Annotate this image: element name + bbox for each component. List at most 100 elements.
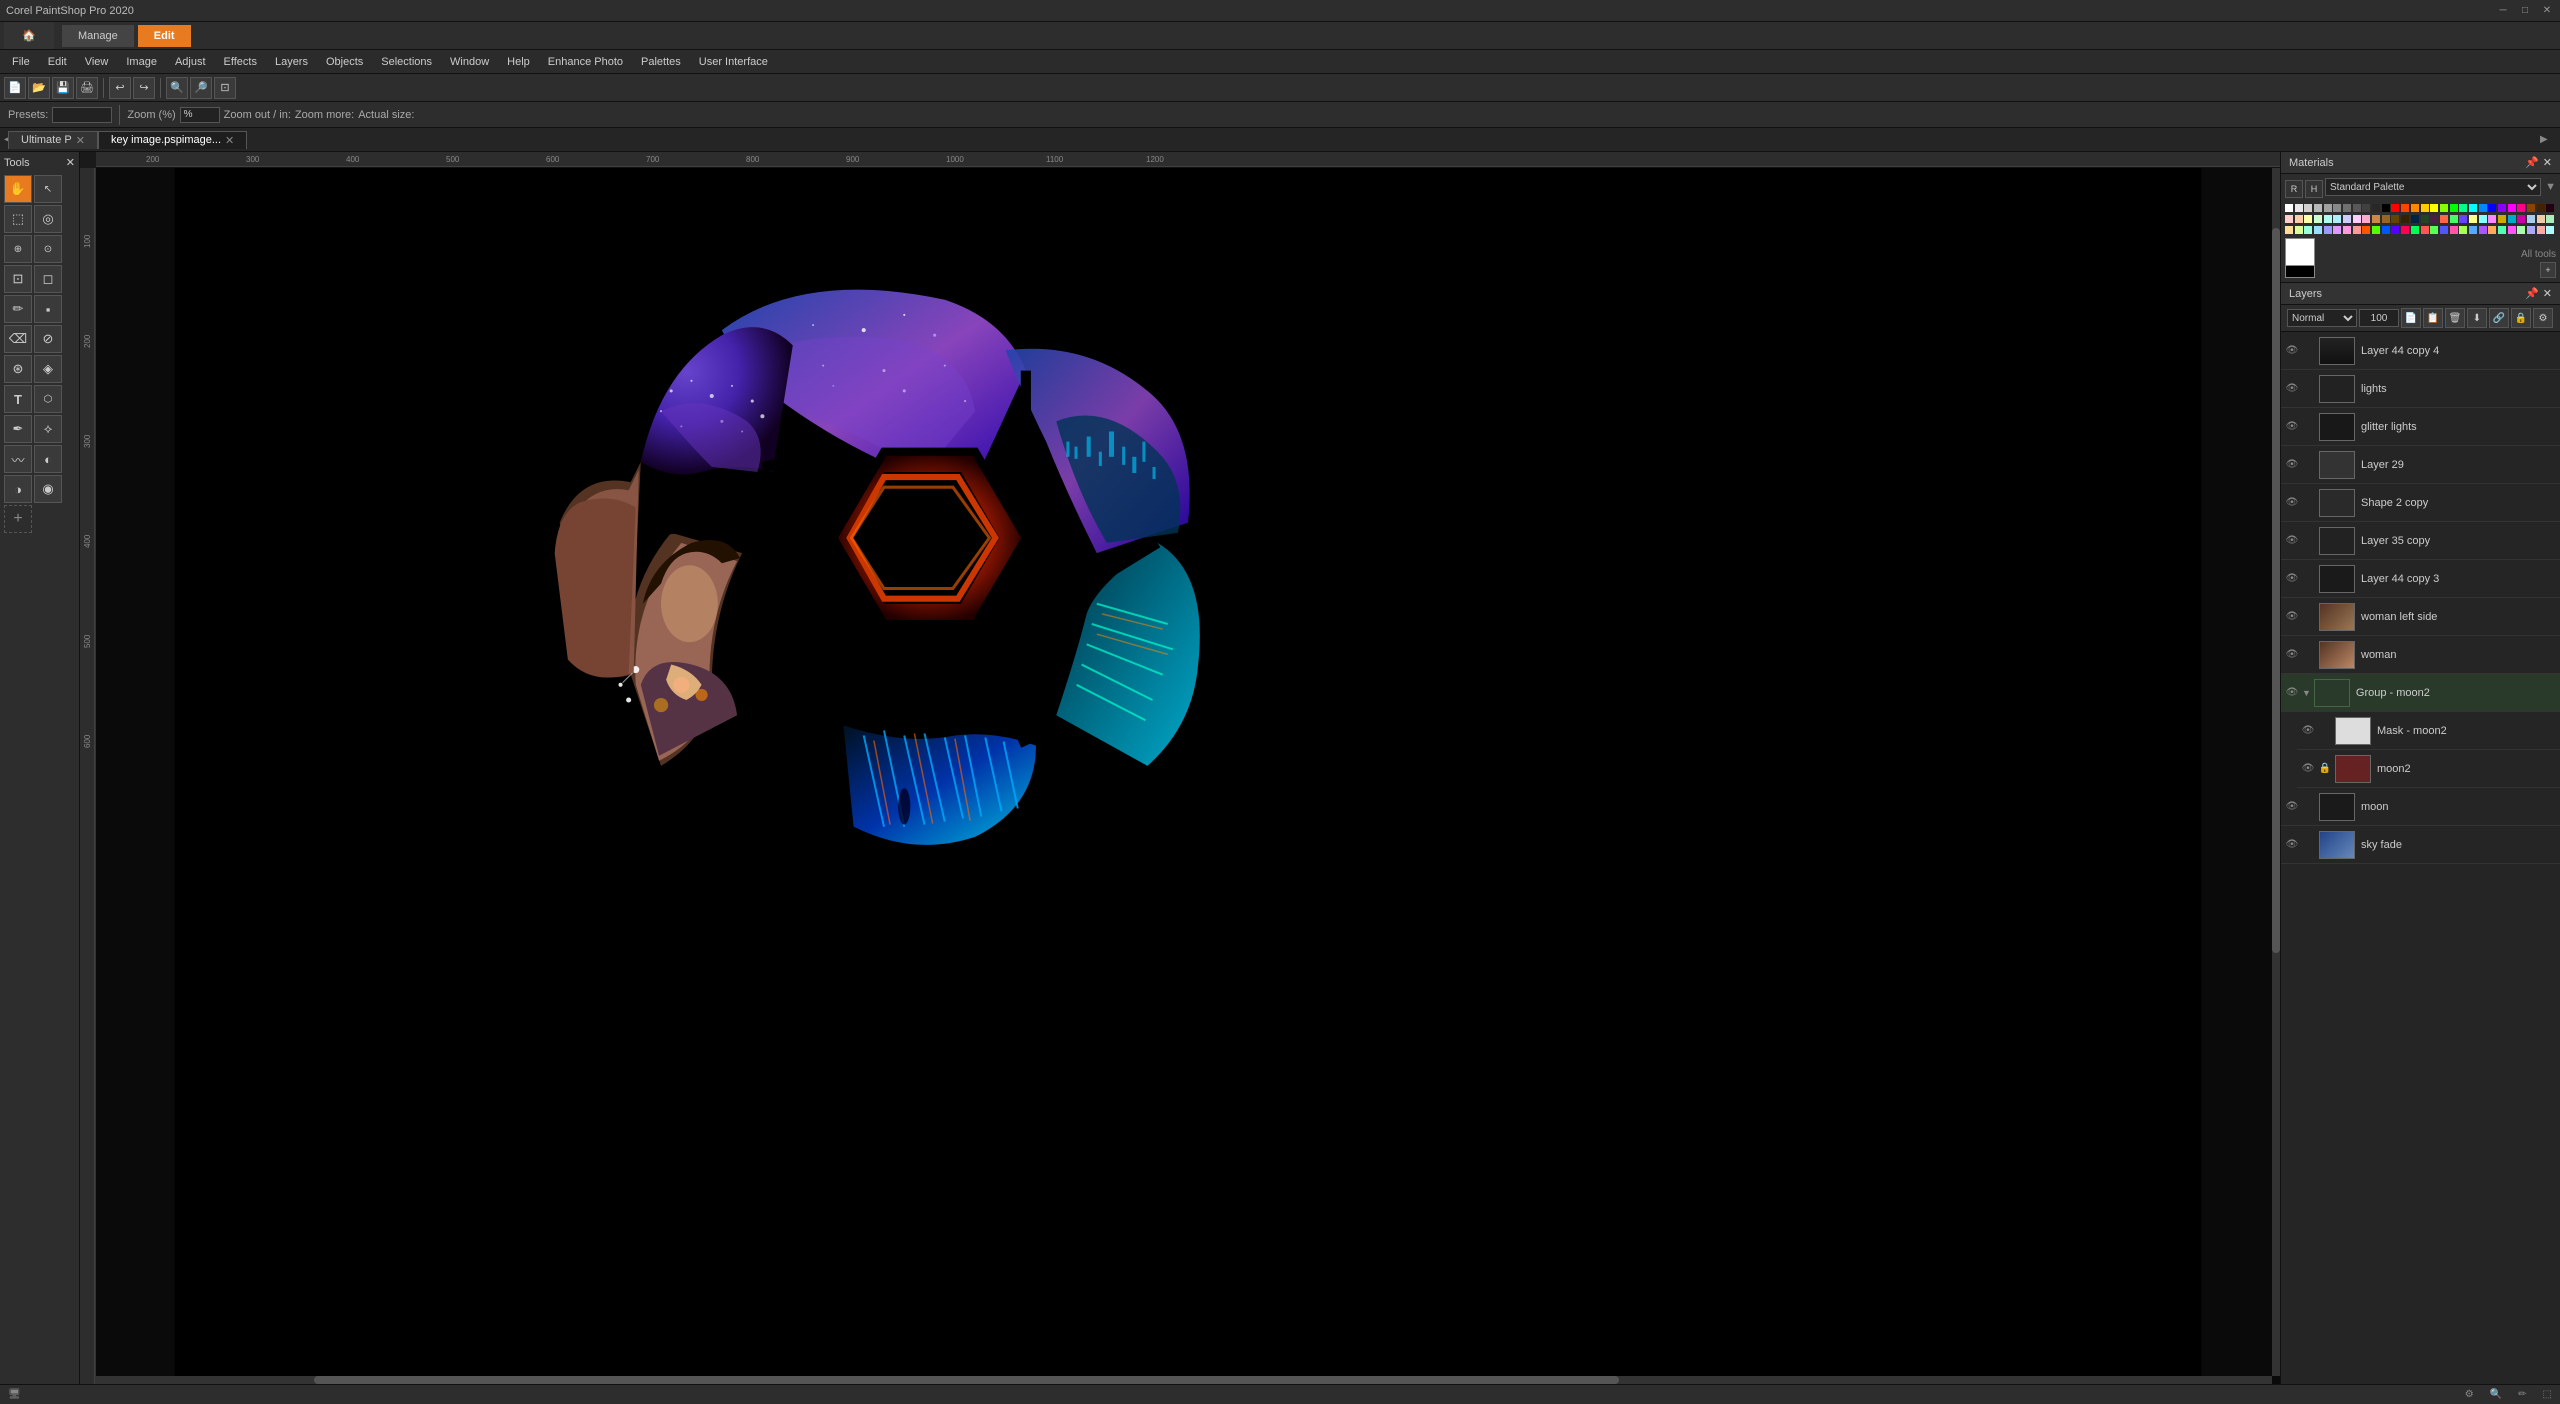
swatch-r12[interactable]: [2498, 204, 2506, 212]
swatch-s12[interactable]: [2391, 215, 2399, 223]
swatch-r17[interactable]: [2546, 204, 2554, 212]
swatch-s16[interactable]: [2430, 215, 2438, 223]
menu-enhance[interactable]: Enhance Photo: [540, 54, 631, 70]
swatch-s15[interactable]: [2421, 215, 2429, 223]
swatch-s26[interactable]: [2527, 215, 2535, 223]
swatch-r10[interactable]: [2479, 204, 2487, 212]
menu-view[interactable]: View: [77, 54, 117, 70]
foreground-color-swatch[interactable]: [2285, 238, 2315, 266]
tab-0-close[interactable]: ✕: [76, 134, 85, 147]
layer-item-5[interactable]: 👁 Layer 35 copy: [2281, 522, 2560, 560]
vector-tool[interactable]: ⬡: [34, 385, 62, 413]
swatch-s11[interactable]: [2382, 215, 2390, 223]
swatch-t13[interactable]: [2401, 226, 2409, 234]
layer-settings-button[interactable]: ⚙: [2533, 308, 2553, 328]
swatch-t19[interactable]: [2459, 226, 2467, 234]
home-button[interactable]: 🏠: [4, 22, 54, 49]
layer-vis-13[interactable]: 👁: [2285, 838, 2299, 852]
zoom-out-button[interactable]: 🔎: [190, 77, 212, 99]
layer-vis-1[interactable]: 👁: [2285, 382, 2299, 396]
crop-tool[interactable]: ⊡: [4, 265, 32, 293]
swatch-t26[interactable]: [2527, 226, 2535, 234]
materials-pin[interactable]: 📌: [2525, 156, 2539, 169]
swatch-s19[interactable]: [2459, 215, 2467, 223]
menu-palettes[interactable]: Palettes: [633, 54, 689, 70]
freehand-tool[interactable]: ◎: [34, 205, 62, 233]
swatch-t27[interactable]: [2537, 226, 2545, 234]
swatch-t10[interactable]: [2372, 226, 2380, 234]
swatch-t12[interactable]: [2391, 226, 2399, 234]
layer-link-button[interactable]: 🔗: [2489, 308, 2509, 328]
text-tool[interactable]: T: [4, 385, 32, 413]
palette-expand[interactable]: ▼: [2545, 181, 2556, 193]
add-swatch-button[interactable]: +: [2540, 262, 2556, 278]
layer-item-3[interactable]: 👁 Layer 29: [2281, 446, 2560, 484]
delete-layer-button[interactable]: 🗑: [2445, 308, 2465, 328]
layer-vis-9[interactable]: 👁: [2285, 686, 2299, 700]
zoom-in-button[interactable]: 🔍: [166, 77, 188, 99]
swatch-r3[interactable]: [2411, 204, 2419, 212]
swatch-t20[interactable]: [2469, 226, 2477, 234]
layer-item-9[interactable]: 👁 ▼ Group - moon2: [2281, 674, 2560, 712]
layer-vis-3[interactable]: 👁: [2285, 458, 2299, 472]
layer-item-2[interactable]: 👁 glitter lights: [2281, 408, 2560, 446]
layer-vis-2[interactable]: 👁: [2285, 420, 2299, 434]
swatch-t23[interactable]: [2498, 226, 2506, 234]
new-layer-button[interactable]: 📄: [2401, 308, 2421, 328]
blur-tool[interactable]: ◐: [34, 445, 62, 473]
layer-item-6[interactable]: 👁 Layer 44 copy 3: [2281, 560, 2560, 598]
scrollbar-vertical[interactable]: [2272, 168, 2280, 1376]
swatch-r6[interactable]: [2440, 204, 2448, 212]
tab-0[interactable]: Ultimate P ✕: [8, 131, 98, 149]
swatch-t7[interactable]: [2343, 226, 2351, 234]
presets-input[interactable]: [52, 107, 112, 123]
swatch-r2[interactable]: [2401, 204, 2409, 212]
layer-item-1[interactable]: 👁 lights: [2281, 370, 2560, 408]
swatch-black[interactable]: [2382, 204, 2390, 212]
layer-vis-0[interactable]: 👁: [2285, 344, 2299, 358]
swatch-t15[interactable]: [2421, 226, 2429, 234]
swatch-t4[interactable]: [2314, 226, 2322, 234]
materials-close[interactable]: ✕: [2543, 156, 2552, 169]
swatch-r9[interactable]: [2469, 204, 2477, 212]
layer-item-10[interactable]: 👁 Mask - moon2: [2297, 712, 2560, 750]
swatch-r7[interactable]: [2450, 204, 2458, 212]
fill-tool[interactable]: ▪: [34, 295, 62, 323]
status-icon-3[interactable]: 🔍: [2490, 1389, 2502, 1400]
open-button[interactable]: 📂: [28, 77, 50, 99]
swatch-s18[interactable]: [2450, 215, 2458, 223]
zoom-input[interactable]: [180, 107, 220, 123]
close-button[interactable]: ✕: [2540, 4, 2554, 18]
swatch-t6[interactable]: [2333, 226, 2341, 234]
eraser-tool[interactable]: ⌫: [4, 325, 32, 353]
swatch-t14[interactable]: [2411, 226, 2419, 234]
swatch-t28[interactable]: [2546, 226, 2554, 234]
layer-vis-7[interactable]: 👁: [2285, 610, 2299, 624]
straighten-tool[interactable]: ◻: [34, 265, 62, 293]
swatch-s13[interactable]: [2401, 215, 2409, 223]
swatch-s14[interactable]: [2411, 215, 2419, 223]
swatch-t25[interactable]: [2517, 226, 2525, 234]
swatch-t21[interactable]: [2479, 226, 2487, 234]
swatch-s7[interactable]: [2343, 215, 2351, 223]
menu-objects[interactable]: Objects: [318, 54, 371, 70]
swatch-1[interactable]: [2295, 204, 2303, 212]
menu-edit[interactable]: Edit: [40, 54, 75, 70]
swatch-t17[interactable]: [2440, 226, 2448, 234]
redo-button[interactable]: ↪: [133, 77, 155, 99]
swatch-t1[interactable]: [2285, 226, 2293, 234]
tab-1[interactable]: key image.pspimage... ✕: [98, 131, 247, 149]
rgb-btn[interactable]: R: [2285, 180, 2303, 198]
swatch-s4[interactable]: [2314, 215, 2322, 223]
opacity-input[interactable]: 100: [2359, 309, 2399, 327]
swatch-t3[interactable]: [2304, 226, 2312, 234]
paint-tool[interactable]: ✏: [4, 295, 32, 323]
layer-item-7[interactable]: 👁 woman left side: [2281, 598, 2560, 636]
swatch-r13[interactable]: [2508, 204, 2516, 212]
swatch-t5[interactable]: [2324, 226, 2332, 234]
status-icon-2[interactable]: ⚙: [2465, 1389, 2474, 1400]
dodge-tool[interactable]: ◑: [4, 475, 32, 503]
tools-panel-close[interactable]: ✕: [66, 156, 75, 169]
swatch-r15[interactable]: [2527, 204, 2535, 212]
swatch-s28[interactable]: [2546, 215, 2554, 223]
